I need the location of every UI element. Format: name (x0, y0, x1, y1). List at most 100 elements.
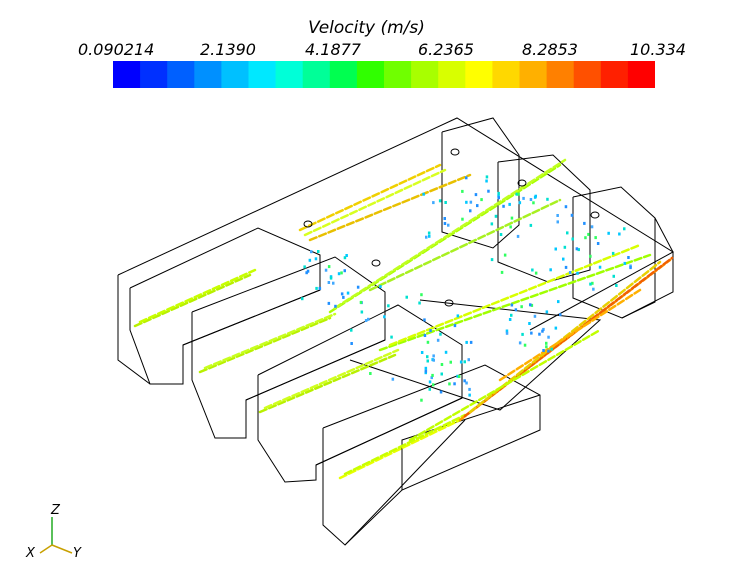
velocity-dot (418, 301, 421, 305)
velocity-dot (563, 245, 567, 249)
velocity-dot (611, 251, 615, 255)
velocity-streaks (133, 158, 674, 480)
velocity-dot (532, 201, 535, 205)
velocity-dot (590, 225, 594, 229)
velocity-dot (431, 373, 434, 377)
velocity-dot (623, 227, 626, 231)
velocity-streak (308, 173, 472, 242)
velocity-dot (502, 204, 505, 208)
velocity-dot (317, 250, 320, 253)
velocity-dot (426, 355, 429, 359)
vent-markers (303, 148, 600, 307)
velocity-dot (443, 222, 447, 225)
velocity-dot (360, 310, 364, 314)
velocity-streak (368, 198, 562, 292)
velocity-dot (530, 331, 533, 335)
velocity-dot (518, 201, 522, 205)
velocity-dot (390, 335, 393, 339)
velocity-dot (566, 231, 569, 235)
velocity-dot (356, 285, 360, 289)
velocity-dot (465, 200, 468, 204)
velocity-dot (420, 293, 423, 297)
velocity-dot (596, 242, 600, 245)
velocity-dot (557, 300, 560, 304)
velocity-dot (523, 343, 527, 347)
velocity-dots (301, 175, 632, 402)
velocity-dot (327, 281, 331, 284)
velocity-dot (350, 328, 353, 332)
velocity-dot (562, 257, 565, 261)
velocity-dot (334, 304, 337, 308)
velocity-streak (338, 418, 462, 480)
velocity-dot (423, 334, 427, 337)
velocity-dot (459, 360, 463, 364)
axis-z-label: Z (50, 503, 61, 518)
velocity-dot (447, 223, 450, 227)
velocity-dot (337, 272, 341, 276)
velocity-dot (426, 340, 430, 344)
velocity-dot (584, 236, 587, 240)
velocity-dot (485, 179, 488, 183)
velocity-dot (550, 347, 553, 351)
velocity-scene: Z X Y (25, 117, 674, 561)
velocity-dot (308, 258, 312, 262)
velocity-dot (490, 258, 494, 262)
room-wireframe (117, 117, 674, 546)
velocity-dot (500, 270, 504, 274)
velocity-dot (499, 233, 503, 236)
velocity-dot (457, 375, 461, 378)
velocity-dot (520, 305, 523, 309)
velocity-dot (465, 340, 468, 344)
velocity-dot (594, 236, 597, 240)
velocity-dot (391, 377, 395, 381)
velocity-dot (587, 232, 590, 236)
velocity-dot (310, 250, 313, 254)
velocity-dot (518, 341, 522, 345)
velocity-dot (426, 359, 429, 363)
velocity-dot (318, 286, 322, 290)
velocity-dot (467, 358, 470, 362)
velocity-dot (589, 254, 592, 258)
velocity-dot (494, 214, 498, 218)
velocity-dot (546, 197, 549, 201)
velocity-streak (198, 316, 332, 374)
velocity-dot (510, 216, 514, 220)
velocity-dot (444, 201, 447, 204)
velocity-dot (383, 315, 386, 319)
velocity-dot (549, 268, 552, 272)
velocity-dot (503, 253, 507, 257)
velocity-dot (463, 360, 466, 364)
velocity-dot (422, 192, 425, 196)
velocity-streak (498, 288, 642, 382)
velocity-dot (510, 303, 514, 307)
axis-y-label: Y (73, 546, 82, 561)
velocity-dot (576, 271, 579, 275)
velocity-dot (618, 232, 621, 236)
velocity-dot (443, 217, 446, 220)
velocity-dot (474, 193, 478, 197)
velocity-dot (556, 220, 559, 224)
velocity-dot (427, 231, 431, 235)
velocity-dot (342, 295, 345, 299)
velocity-streak (303, 168, 447, 237)
velocity-dot (508, 318, 512, 321)
velocity-dot (387, 304, 390, 308)
velocity-dot (424, 369, 428, 373)
velocity-dot (448, 382, 451, 386)
velocity-dot (314, 257, 318, 261)
velocity-dot (510, 313, 513, 317)
velocity-dot (497, 191, 500, 195)
velocity-dot (327, 301, 331, 305)
velocity-dot (432, 358, 435, 362)
velocity-dot (485, 175, 489, 179)
velocity-dot (428, 380, 432, 384)
velocity-dot (456, 314, 460, 318)
velocity-dot (327, 265, 331, 269)
velocity-dot (449, 360, 452, 364)
velocity-dot (432, 201, 435, 205)
velocity-dot (529, 198, 533, 201)
velocity-dot (514, 308, 518, 312)
velocity-dot (324, 268, 328, 272)
velocity-dot (463, 379, 466, 383)
velocity-dot (306, 269, 310, 273)
